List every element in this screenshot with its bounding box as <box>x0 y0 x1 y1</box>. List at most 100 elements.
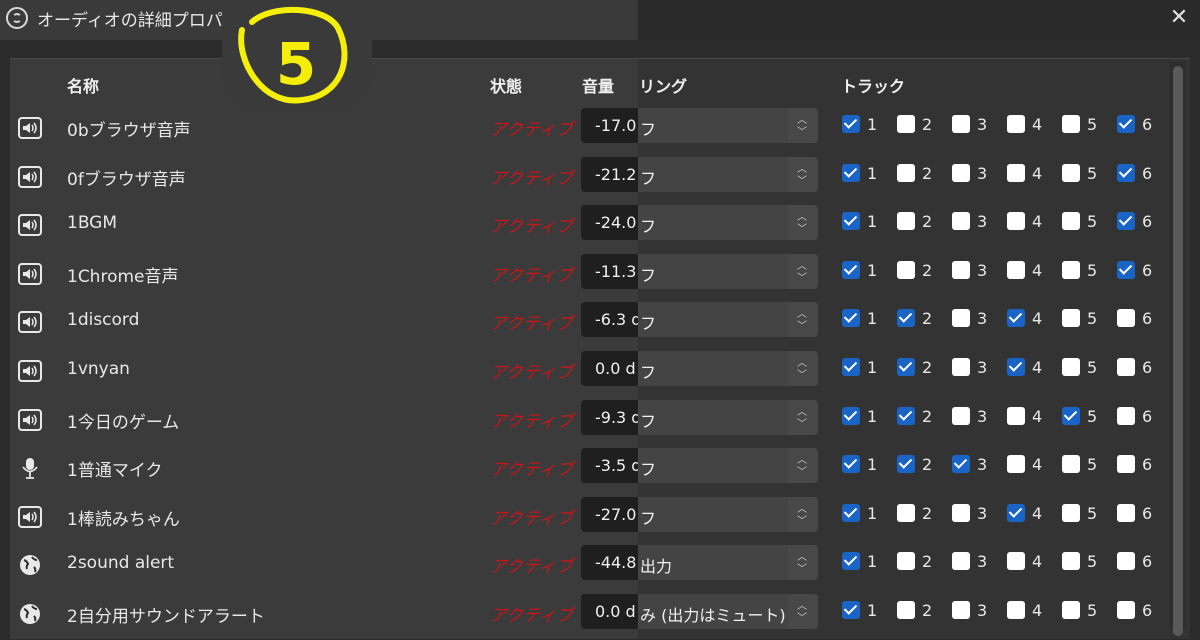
track-checkbox[interactable] <box>1007 406 1025 425</box>
track-checkbox[interactable] <box>1117 115 1135 133</box>
track-checkbox[interactable] <box>1062 455 1080 474</box>
track-checkbox[interactable] <box>1062 212 1080 231</box>
monitoring-dropdown[interactable] <box>638 205 788 241</box>
track-checkbox[interactable] <box>1062 601 1080 619</box>
track-checkbox[interactable] <box>897 455 915 474</box>
monitoring-dropdown[interactable] <box>638 108 788 143</box>
track-checkbox[interactable] <box>1007 358 1025 376</box>
track-checkbox[interactable] <box>842 503 860 522</box>
close-button[interactable]: ✕ <box>1166 5 1192 31</box>
track-label: 6 <box>1142 503 1153 523</box>
track-checkbox[interactable] <box>897 163 915 182</box>
monitoring-dropdown[interactable] <box>638 351 788 386</box>
track-checkbox[interactable] <box>952 212 970 231</box>
track-checkbox[interactable] <box>1117 601 1135 619</box>
track-checkbox[interactable] <box>897 552 915 571</box>
track-checkbox[interactable] <box>952 163 970 182</box>
track-checkbox[interactable] <box>1007 212 1025 231</box>
microphone-icon <box>18 457 42 480</box>
track-checkbox[interactable] <box>897 406 915 425</box>
monitoring-dropdown[interactable] <box>638 399 788 435</box>
track-label: 5 <box>1087 455 1098 475</box>
track-checkbox[interactable] <box>1117 455 1135 474</box>
monitoring-dropdown[interactable] <box>638 496 788 532</box>
track-checkbox[interactable] <box>897 260 915 279</box>
monitoring-dropdown[interactable] <box>638 448 788 484</box>
chevron-up-icon: ︿ <box>797 260 807 272</box>
track-checkbox[interactable] <box>1062 163 1080 182</box>
track-checkbox[interactable] <box>1062 552 1080 571</box>
track-checkbox[interactable] <box>952 406 970 425</box>
monitoring-spinner[interactable]: ︿ ﹀ <box>788 156 818 192</box>
monitoring-spinner[interactable]: ︿ ﹀ <box>788 594 818 629</box>
track-checkbox[interactable] <box>952 455 970 474</box>
track-checkbox[interactable] <box>1062 309 1080 328</box>
track-checkbox[interactable] <box>1062 406 1080 425</box>
track-checkbox[interactable] <box>897 309 915 328</box>
track-checkbox[interactable] <box>842 552 860 571</box>
track-checkbox[interactable] <box>842 601 860 619</box>
track-checkbox[interactable] <box>1007 503 1025 522</box>
track-checkbox[interactable] <box>1117 260 1135 279</box>
monitoring-spinner[interactable]: ︿ ﹀ <box>788 496 818 532</box>
monitoring-dropdown[interactable] <box>638 156 788 192</box>
track-checkbox[interactable] <box>952 309 970 328</box>
track-checkbox[interactable] <box>842 163 860 182</box>
track-checkbox[interactable] <box>1007 601 1025 619</box>
track-checkbox[interactable] <box>952 115 970 133</box>
track-checkbox[interactable] <box>1117 503 1135 522</box>
track-checkbox[interactable] <box>842 455 860 474</box>
scrollbar-thumb[interactable] <box>1173 66 1183 636</box>
track-label: 3 <box>977 212 988 232</box>
monitoring-spinner[interactable]: ︿ ﹀ <box>788 448 818 484</box>
track-checkbox[interactable] <box>1007 163 1025 182</box>
vertical-scrollbar[interactable] <box>1170 62 1186 636</box>
monitoring-spinner[interactable]: ︿ ﹀ <box>788 351 818 386</box>
track-checkbox[interactable] <box>952 260 970 279</box>
monitoring-spinner[interactable]: ︿ ﹀ <box>788 108 818 143</box>
track-checkbox[interactable] <box>1117 358 1135 376</box>
track-checkbox[interactable] <box>952 552 970 571</box>
track-checkbox[interactable] <box>897 115 915 133</box>
track-checkbox[interactable] <box>842 309 860 328</box>
track-checkbox[interactable] <box>1117 309 1135 328</box>
track-checkbox[interactable] <box>1007 455 1025 474</box>
track-label: 1 <box>867 455 878 475</box>
monitoring-spinner[interactable]: ︿ ﹀ <box>788 399 818 435</box>
monitoring-spinner[interactable]: ︿ ﹀ <box>788 302 818 338</box>
track-label: 4 <box>1032 552 1043 572</box>
chevron-down-icon: ﹀ <box>797 321 807 333</box>
track-checkbox[interactable] <box>1117 406 1135 425</box>
monitoring-spinner[interactable]: ︿ ﹀ <box>788 205 818 241</box>
track-checkbox[interactable] <box>1117 552 1135 571</box>
volume-value: -9.3 d <box>595 407 638 427</box>
monitoring-spinner[interactable]: ︿ ﹀ <box>788 545 818 581</box>
track-checkbox[interactable] <box>1117 163 1135 182</box>
monitoring-spinner[interactable]: ︿ ﹀ <box>788 253 818 289</box>
track-checkbox[interactable] <box>842 260 860 279</box>
track-checkbox[interactable] <box>842 115 860 133</box>
track-checkbox[interactable] <box>1007 115 1025 133</box>
track-checkbox[interactable] <box>1062 358 1080 376</box>
track-checkbox[interactable] <box>842 406 860 425</box>
track-checkbox[interactable] <box>842 212 860 231</box>
track-checkbox[interactable] <box>1062 503 1080 522</box>
track-checkbox[interactable] <box>952 503 970 522</box>
track-checkbox[interactable] <box>1062 260 1080 279</box>
track-checkbox[interactable] <box>952 601 970 619</box>
track-checkbox[interactable] <box>952 358 970 376</box>
monitoring-dropdown[interactable] <box>638 253 788 289</box>
track-checkbox[interactable] <box>897 358 915 376</box>
track-checkbox[interactable] <box>1007 552 1025 571</box>
track-checkbox[interactable] <box>842 358 860 376</box>
track-checkbox[interactable] <box>1062 115 1080 133</box>
track-checkbox[interactable] <box>897 601 915 619</box>
monitoring-dropdown[interactable] <box>638 302 788 338</box>
track-checkbox[interactable] <box>897 212 915 231</box>
track-checkbox[interactable] <box>1007 260 1025 279</box>
track-checkbox[interactable] <box>1007 309 1025 328</box>
track-checkbox[interactable] <box>897 503 915 522</box>
track-label: 4 <box>1032 260 1043 280</box>
track-label: 2 <box>922 115 933 134</box>
track-checkbox[interactable] <box>1117 212 1135 231</box>
